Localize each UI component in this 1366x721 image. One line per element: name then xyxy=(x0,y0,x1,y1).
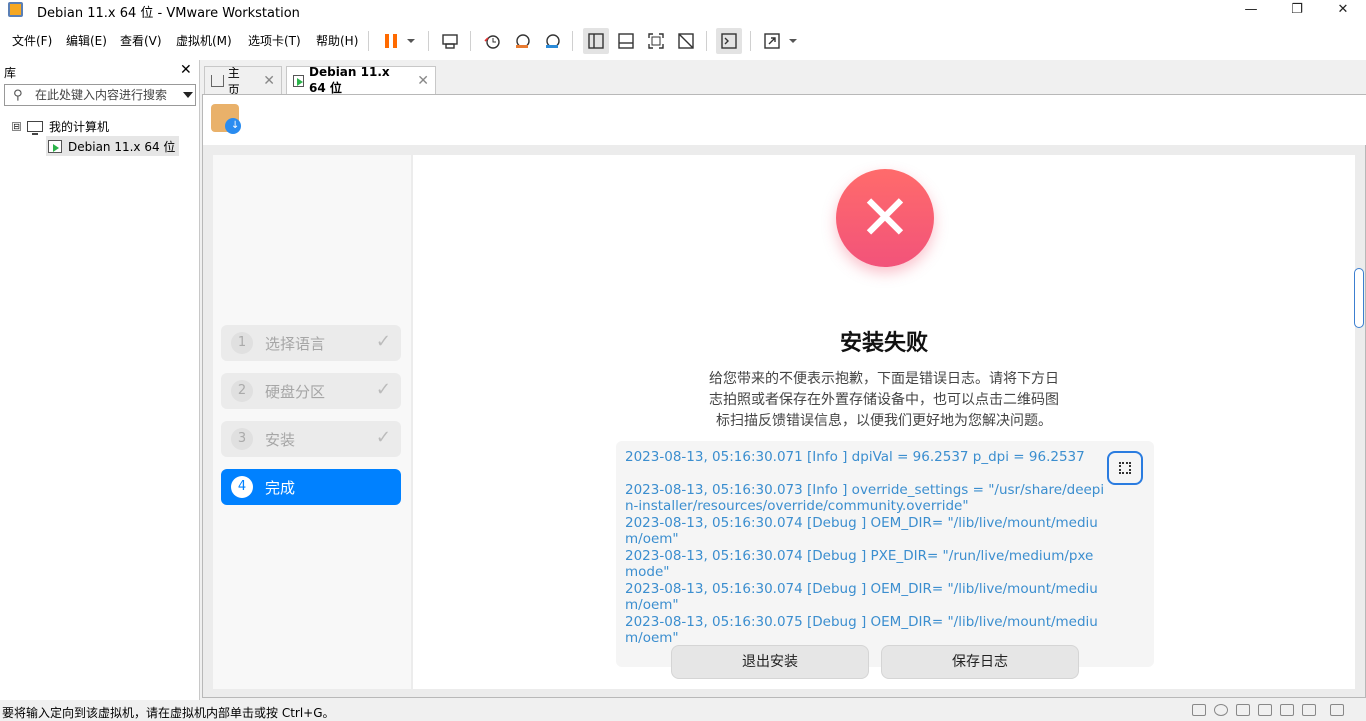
collapse-icon[interactable]: ⊟ xyxy=(12,122,21,131)
status-bar: 要将输入定向到该虚拟机，请在虚拟机内部单击或按 Ctrl+G。 xyxy=(0,700,1366,720)
step-label: 选择语言 xyxy=(265,334,326,353)
vm-running-icon xyxy=(48,139,62,153)
vmware-logo-icon xyxy=(8,2,23,17)
qr-code-button[interactable] xyxy=(1107,451,1143,485)
sound-icon[interactable] xyxy=(1280,704,1294,716)
thumbnail-view-icon[interactable] xyxy=(613,28,639,54)
computer-icon xyxy=(27,121,43,135)
library-search-input[interactable] xyxy=(35,87,171,103)
exit-install-button[interactable]: 退出安装 xyxy=(671,645,869,679)
step-label: 完成 xyxy=(265,478,296,497)
tab-home[interactable]: 主页 ✕ xyxy=(204,66,282,97)
installer-header: ↓ xyxy=(203,95,1366,145)
search-icon: ⚲ xyxy=(13,88,23,103)
console-icon[interactable] xyxy=(716,28,742,54)
fullscreen-icon[interactable] xyxy=(643,28,669,54)
tree-vm-label: Debian 11.x 64 位 xyxy=(68,139,176,154)
library-panel: 库 ✕ ⚲ ⊟ 我的计算机 Debian 11.x 64 位 xyxy=(0,60,200,700)
menu-edit[interactable]: 编辑(E) xyxy=(66,32,107,49)
search-dropdown-icon[interactable] xyxy=(183,92,193,98)
menu-file[interactable]: 文件(F) xyxy=(12,32,52,49)
status-text: 要将输入定向到该虚拟机，请在虚拟机内部单击或按 Ctrl+G。 xyxy=(2,706,335,720)
display-icon[interactable] xyxy=(1302,704,1316,716)
menu-vm[interactable]: 虚拟机(M) xyxy=(176,32,232,49)
menu-tabs[interactable]: 选项卡(T) xyxy=(248,32,301,49)
failure-description: 给您带来的不便表示抱歉，下面是错误日志。请将下方日志拍照或者保存在外置存储设备中… xyxy=(709,371,1059,429)
tab-bar: 主页 ✕ Debian 11.x 64 位 ✕ xyxy=(200,60,1366,97)
step-number: 1 xyxy=(231,332,253,354)
tab-debian-label: Debian 11.x 64 位 xyxy=(309,65,390,95)
home-icon xyxy=(211,74,224,87)
save-log-button[interactable]: 保存日志 xyxy=(881,645,1079,679)
close-button[interactable]: ✕ xyxy=(1320,0,1366,22)
failure-icon: ✕ xyxy=(836,169,934,267)
restore-button[interactable]: ❐ xyxy=(1274,0,1320,22)
installer-steps: 1 选择语言 ✓ 2 硬盘分区 ✓ 3 安装 ✓ 4 完成 xyxy=(213,155,411,689)
tree-my-computer[interactable]: ⊟ 我的计算机 xyxy=(12,118,109,135)
tab-debian[interactable]: Debian 11.x 64 位 ✕ xyxy=(286,65,436,95)
cd-icon[interactable] xyxy=(1214,704,1228,716)
log-line: 2023-08-13, 05:16:30.074 [Debug ] OEM_DI… xyxy=(625,514,1098,548)
qr-code-icon xyxy=(1119,462,1131,474)
step-partition: 2 硬盘分区 ✓ xyxy=(221,373,401,409)
step-number: 2 xyxy=(231,380,253,402)
minimize-button[interactable]: — xyxy=(1228,0,1274,22)
check-icon: ✓ xyxy=(375,379,391,400)
log-line: 2023-08-13, 05:16:30.071 [Info ] dpiVal … xyxy=(625,449,1085,465)
log-line: 2023-08-13, 05:16:30.073 [Info ] overrid… xyxy=(625,481,1105,515)
page-title: 安装失败 xyxy=(839,331,928,356)
snapshot-manager-icon[interactable] xyxy=(539,28,565,54)
log-line: 2023-08-13, 05:16:30.074 [Debug ] PXE_DI… xyxy=(625,547,1094,581)
vm-scrollbar[interactable] xyxy=(1354,268,1364,328)
power-dropdown-icon[interactable] xyxy=(400,28,422,54)
log-line: 2023-08-13, 05:16:30.074 [Debug ] OEM_DI… xyxy=(625,580,1098,614)
library-view-icon[interactable] xyxy=(583,28,609,54)
check-icon: ✓ xyxy=(375,427,391,448)
library-title: 库 xyxy=(4,66,17,80)
unity-icon[interactable] xyxy=(673,28,699,54)
snapshot-icon[interactable] xyxy=(479,28,505,54)
log-line: 2023-08-13, 05:16:30.075 [Debug ] OEM_DI… xyxy=(625,613,1098,647)
tree-vm-debian[interactable]: Debian 11.x 64 位 xyxy=(46,136,180,156)
stretch-dropdown-icon[interactable] xyxy=(783,28,803,54)
step-number: 4 xyxy=(231,476,253,498)
hdd-icon[interactable] xyxy=(1192,704,1206,716)
step-install: 3 安装 ✓ xyxy=(221,421,401,457)
step-label: 硬盘分区 xyxy=(265,382,326,401)
stretch-icon[interactable] xyxy=(759,28,785,54)
tab-debian-close-icon[interactable]: ✕ xyxy=(417,73,429,89)
step-language: 1 选择语言 ✓ xyxy=(221,325,401,361)
tab-home-close-icon[interactable]: ✕ xyxy=(263,73,275,89)
revert-snapshot-icon[interactable] xyxy=(509,28,535,54)
menu-view[interactable]: 查看(V) xyxy=(120,32,162,49)
installer-content: ✕ 安装失败 给您带来的不便表示抱歉，下面是错误日志。请将下方日志拍照或者保存在… xyxy=(413,155,1355,689)
step-label: 安装 xyxy=(265,430,296,449)
step-finish: 4 完成 xyxy=(221,469,401,505)
tab-home-label: 主页 xyxy=(227,65,240,97)
installer-logo-icon: ↓ xyxy=(211,104,241,134)
check-icon: ✓ xyxy=(375,331,391,352)
title-bar: Debian 11.x 64 位 - VMware Workstation — … xyxy=(0,0,1366,22)
printer-icon[interactable] xyxy=(1258,704,1272,716)
error-log[interactable]: 2023-08-13, 05:16:30.071 [Info ] dpiVal … xyxy=(616,441,1154,667)
tree-root-label: 我的计算机 xyxy=(49,120,110,134)
message-icon[interactable] xyxy=(1330,704,1344,716)
send-keys-icon[interactable] xyxy=(437,28,463,54)
library-close-icon[interactable]: ✕ xyxy=(180,62,192,78)
step-number: 3 xyxy=(231,428,253,450)
vm-running-icon xyxy=(293,74,304,87)
menu-help[interactable]: 帮助(H) xyxy=(316,32,358,49)
window-title: Debian 11.x 64 位 - VMware Workstation xyxy=(37,6,300,21)
network-icon[interactable] xyxy=(1236,704,1250,716)
vm-console[interactable]: ↓ 1 选择语言 ✓ 2 硬盘分区 ✓ 3 安装 ✓ 4 完成 ✕ 安装失败 给… xyxy=(202,94,1366,698)
library-search: ⚲ xyxy=(4,84,196,106)
